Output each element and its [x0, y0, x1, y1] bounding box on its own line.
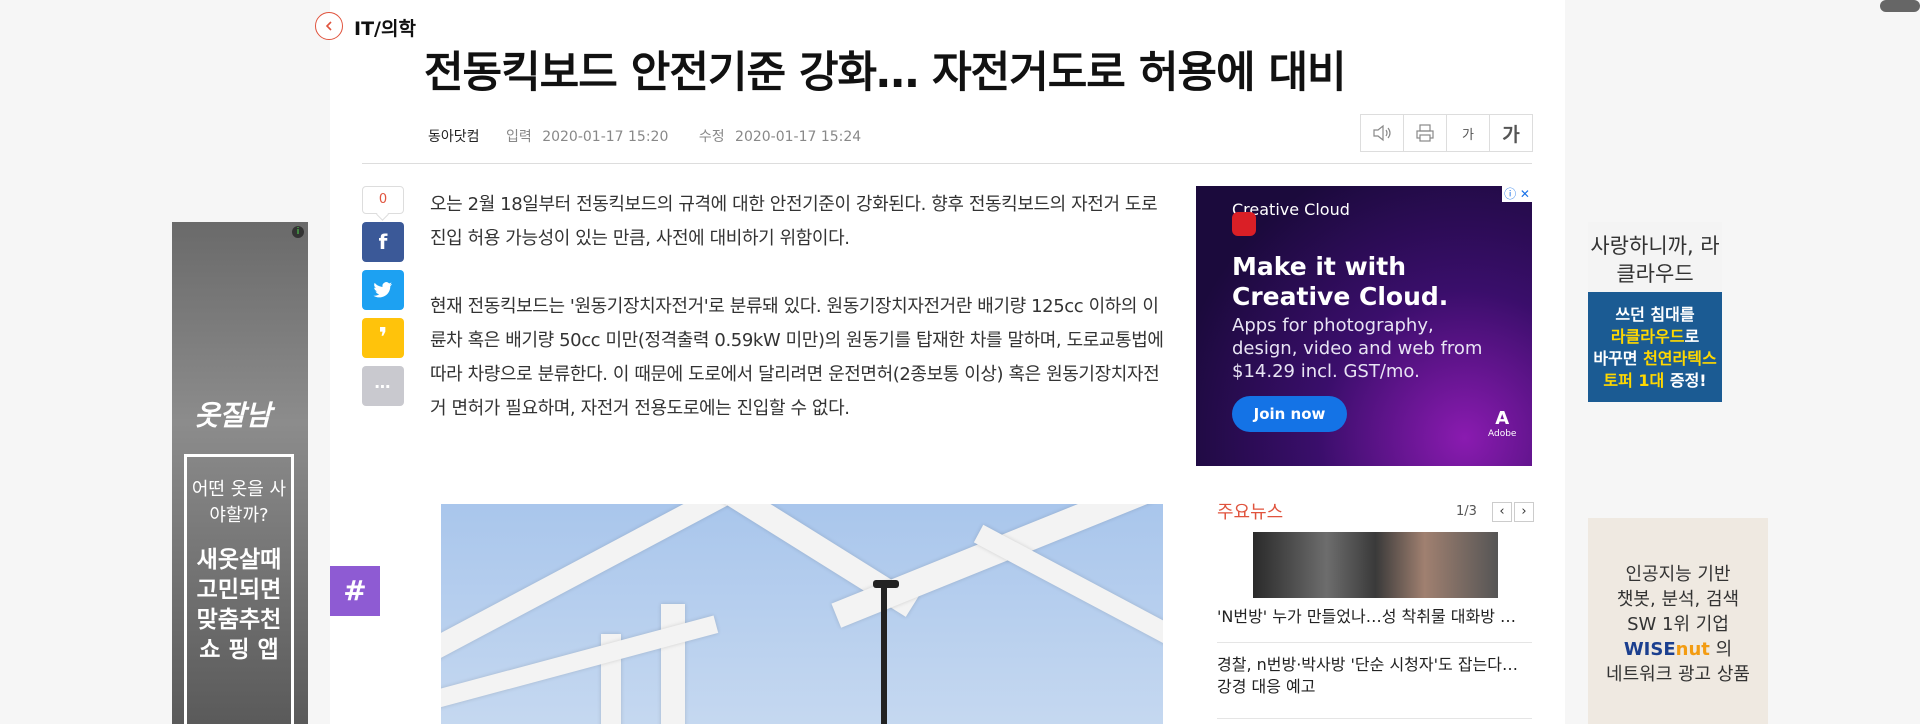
hashtag-button[interactable]: #: [330, 566, 380, 616]
ad-close-icon[interactable]: ⓘ ✕: [1502, 186, 1532, 202]
chevron-left-icon: [325, 21, 332, 31]
article-headline: 전동킥보드 안전기준 강화… 자전거도로 허용에 대비: [424, 48, 1347, 98]
print-icon: [1416, 124, 1434, 142]
byline: 동아닷컴 입력 2020-01-17 15:20 수정 2020-01-17 1…: [428, 126, 861, 146]
font-larger-button[interactable]: 가: [1490, 115, 1532, 151]
ad-tagline: 새옷살때 고민되면 맞춤추천 쇼 핑 앱: [196, 547, 282, 663]
input-label: 입력: [505, 129, 532, 145]
ad-title: 사랑하니까, 라클라우드: [1588, 222, 1722, 292]
header-divider: [362, 163, 1532, 164]
right-banner-ad-wisenut[interactable]: 인공지능 기반 챗봇, 분석, 검색 SW 1위 기업 WISEnut 의 네트…: [1588, 518, 1768, 724]
print-button[interactable]: [1404, 115, 1447, 151]
ad-box: 어떤 옷을 사야할까? 새옷살때 고민되면 맞춤추천 쇼 핑 앱: [184, 454, 294, 724]
font-smaller-button[interactable]: 가: [1447, 115, 1490, 151]
kakaostory-share-button[interactable]: ❜: [362, 318, 404, 358]
twitter-share-button[interactable]: [362, 270, 404, 310]
right-banner-ad-lacloud[interactable]: 사랑하니까, 라클라우드 쓰던 침대를 라클라우드로 바꾸면 천연라텍스 토퍼 …: [1588, 222, 1722, 402]
section-title[interactable]: IT/의학: [354, 14, 416, 41]
article-tools: 가 가: [1360, 114, 1533, 152]
left-banner-ad[interactable]: i 옷잘남 어떤 옷을 사야할까? 새옷살때 고민되면 맞춤추천 쇼 핑 앱: [172, 222, 308, 724]
share-column: 0 f ❜ ⋯: [362, 186, 404, 414]
article-photo[interactable]: [441, 504, 1163, 724]
main-news-page: 1/3: [1456, 504, 1477, 519]
article-source[interactable]: 동아닷컴: [428, 129, 480, 145]
next-news-button[interactable]: ›: [1514, 502, 1534, 522]
main-news-nav: ‹ ›: [1490, 502, 1534, 522]
ad-brand: Creative Cloud: [1232, 200, 1350, 236]
ad-headline: Make it with Creative Cloud.: [1232, 252, 1449, 311]
facebook-icon: f: [378, 230, 388, 254]
main-news-item[interactable]: 경찰, n번방·박사방 '단순 시청자'도 잡는다… 강경 대응 예고: [1217, 654, 1532, 719]
main-news-thumbnail[interactable]: [1217, 532, 1532, 598]
ad-brand: 옷잘남: [194, 399, 272, 432]
main-news-item[interactable]: 'N번방' 누가 만들었나…성 착취물 대화방 …: [1217, 606, 1532, 643]
prev-news-button[interactable]: ‹: [1492, 502, 1512, 522]
article-paragraph: 오는 2월 18일부터 전동킥보드의 규격에 대한 안전기준이 강화된다. 향후…: [430, 194, 1158, 249]
creative-cloud-ad[interactable]: ⓘ ✕ Creative Cloud Make it with Creative…: [1196, 186, 1532, 466]
ad-subtext: Apps for photography, design, video and …: [1232, 315, 1483, 382]
more-icon: ⋯: [374, 376, 392, 396]
ad-body: 쓰던 침대를 라클라우드로 바꾸면 천연라텍스 토퍼 1대 증정!: [1588, 292, 1722, 402]
ad-question: 어떤 옷을 사야할까?: [191, 479, 287, 526]
creative-cloud-logo-icon: [1232, 212, 1256, 236]
input-time: 2020-01-17 15:20: [542, 129, 669, 145]
modified-time: 2020-01-17 15:24: [735, 129, 862, 145]
scrollbar-thumb[interactable]: [1880, 0, 1920, 12]
adobe-logo-icon: A Adobe: [1488, 408, 1517, 439]
modified-label: 수정: [698, 129, 725, 145]
ad-info-icon[interactable]: i: [292, 226, 304, 238]
speaker-icon: [1373, 124, 1391, 142]
twitter-icon: [373, 282, 392, 298]
wisenut-logo: WISEnut 의: [1623, 639, 1733, 660]
more-share-button[interactable]: ⋯: [362, 366, 404, 406]
main-news-title: 주요뉴스: [1217, 502, 1284, 523]
kakaostory-icon: ❜: [378, 323, 388, 353]
back-button[interactable]: [315, 12, 343, 40]
listen-button[interactable]: [1361, 115, 1404, 151]
scooter-handle: [881, 584, 887, 724]
article-paragraph: 현재 전동킥보드는 '원동기장치자전거'로 분류돼 있다. 원동기장치자전거란 …: [430, 296, 1164, 419]
like-count[interactable]: 0: [362, 186, 404, 214]
facebook-share-button[interactable]: f: [362, 222, 404, 262]
ad-join-button[interactable]: Join now: [1232, 396, 1347, 432]
